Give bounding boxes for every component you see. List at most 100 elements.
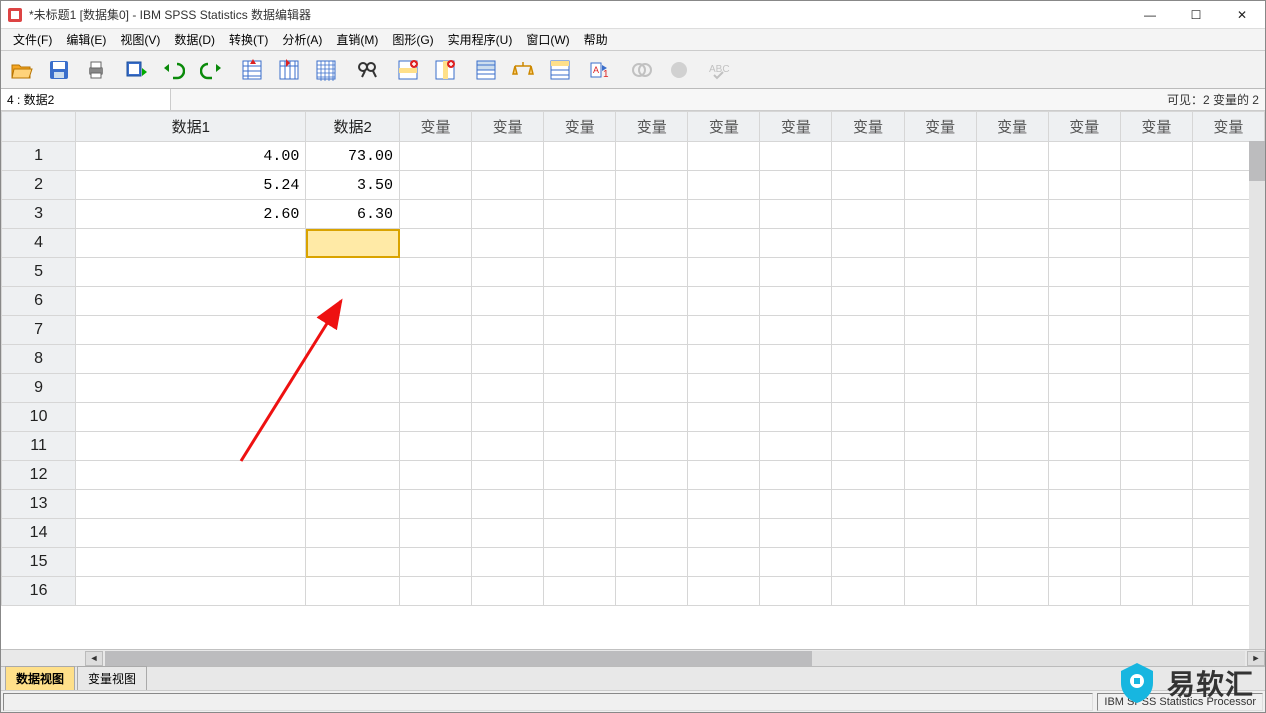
data-cell[interactable] [400,461,472,490]
data-cell[interactable] [976,142,1048,171]
data-cell[interactable] [1048,200,1120,229]
data-cell[interactable] [976,490,1048,519]
column-header[interactable]: 变量 [1048,112,1120,142]
data-cell[interactable] [760,374,832,403]
data-cell[interactable] [1048,171,1120,200]
data-cell[interactable] [688,171,760,200]
data-cell[interactable] [544,200,616,229]
data-cell[interactable]: 2.60 [76,200,306,229]
goto-variable-icon[interactable] [272,54,306,86]
data-cell[interactable] [1048,548,1120,577]
data-cell[interactable] [306,490,400,519]
data-cell[interactable] [904,548,976,577]
data-cell[interactable] [1120,316,1192,345]
data-cell[interactable] [1048,374,1120,403]
data-cell[interactable] [76,287,306,316]
data-cell[interactable] [976,287,1048,316]
data-cell[interactable]: 73.00 [306,142,400,171]
row-header[interactable]: 5 [2,258,76,287]
menu-help[interactable]: 帮助 [578,29,614,50]
data-cell[interactable] [1120,142,1192,171]
row-header[interactable]: 14 [2,519,76,548]
data-cell[interactable] [688,229,760,258]
data-cell[interactable] [544,403,616,432]
data-cell[interactable] [1048,287,1120,316]
row-header[interactable]: 12 [2,461,76,490]
data-cell[interactable] [760,432,832,461]
data-cell[interactable] [544,461,616,490]
data-cell[interactable] [544,171,616,200]
data-cell[interactable] [904,461,976,490]
insert-variable-icon[interactable] [428,54,462,86]
data-cell[interactable] [1048,490,1120,519]
data-cell[interactable] [976,200,1048,229]
data-cell[interactable] [904,577,976,606]
minimize-button[interactable]: — [1127,1,1173,29]
data-cell[interactable] [688,403,760,432]
data-cell[interactable] [544,229,616,258]
data-cell[interactable] [472,229,544,258]
data-cell[interactable] [976,403,1048,432]
data-cell[interactable] [1048,345,1120,374]
data-cell[interactable] [976,171,1048,200]
find-icon[interactable] [350,54,384,86]
insert-case-icon[interactable] [391,54,425,86]
row-header[interactable]: 2 [2,171,76,200]
data-cell[interactable] [1048,316,1120,345]
data-cell[interactable] [1120,490,1192,519]
data-cell[interactable] [306,432,400,461]
data-cell[interactable] [760,461,832,490]
data-cell[interactable] [760,577,832,606]
data-cell[interactable] [688,200,760,229]
menu-graphics[interactable]: 图形(G) [386,29,439,50]
data-cell[interactable] [904,432,976,461]
data-cell[interactable] [400,258,472,287]
cell-reference-value[interactable] [171,89,1161,110]
data-cell[interactable] [904,345,976,374]
data-cell[interactable] [760,403,832,432]
data-cell[interactable] [616,171,688,200]
column-header[interactable]: 变量 [1192,112,1264,142]
data-cell[interactable] [472,345,544,374]
data-cell[interactable] [306,287,400,316]
data-cell[interactable] [904,229,976,258]
data-cell[interactable] [544,490,616,519]
data-cell[interactable] [688,577,760,606]
data-cell[interactable] [976,432,1048,461]
hscroll-left-button[interactable]: ◄ [85,651,103,666]
menu-data[interactable]: 数据(D) [168,29,221,50]
data-cell[interactable] [616,461,688,490]
data-cell[interactable] [1120,229,1192,258]
data-cell[interactable] [76,548,306,577]
data-cell[interactable] [904,258,976,287]
data-cell[interactable] [76,316,306,345]
data-cell[interactable] [400,548,472,577]
data-cell[interactable] [688,548,760,577]
data-cell[interactable] [472,374,544,403]
goto-case-icon[interactable] [235,54,269,86]
data-cell[interactable] [1048,577,1120,606]
row-header[interactable]: 8 [2,345,76,374]
data-cell[interactable] [688,316,760,345]
data-cell[interactable] [904,142,976,171]
open-icon[interactable] [5,54,39,86]
data-cell[interactable] [976,258,1048,287]
data-cell[interactable] [400,345,472,374]
data-cell[interactable] [904,374,976,403]
data-cell[interactable] [1048,142,1120,171]
data-cell[interactable] [688,374,760,403]
data-cell[interactable] [616,577,688,606]
data-cell[interactable] [76,461,306,490]
row-header[interactable]: 9 [2,374,76,403]
data-cell[interactable] [832,519,904,548]
data-cell[interactable] [976,519,1048,548]
data-cell[interactable] [688,461,760,490]
data-cell[interactable] [616,403,688,432]
column-header[interactable]: 变量 [688,112,760,142]
data-cell[interactable] [616,316,688,345]
data-cell[interactable] [1120,403,1192,432]
data-cell[interactable] [400,287,472,316]
data-cell[interactable] [544,142,616,171]
data-cell[interactable] [904,200,976,229]
tab-variable-view[interactable]: 变量视图 [77,666,147,690]
